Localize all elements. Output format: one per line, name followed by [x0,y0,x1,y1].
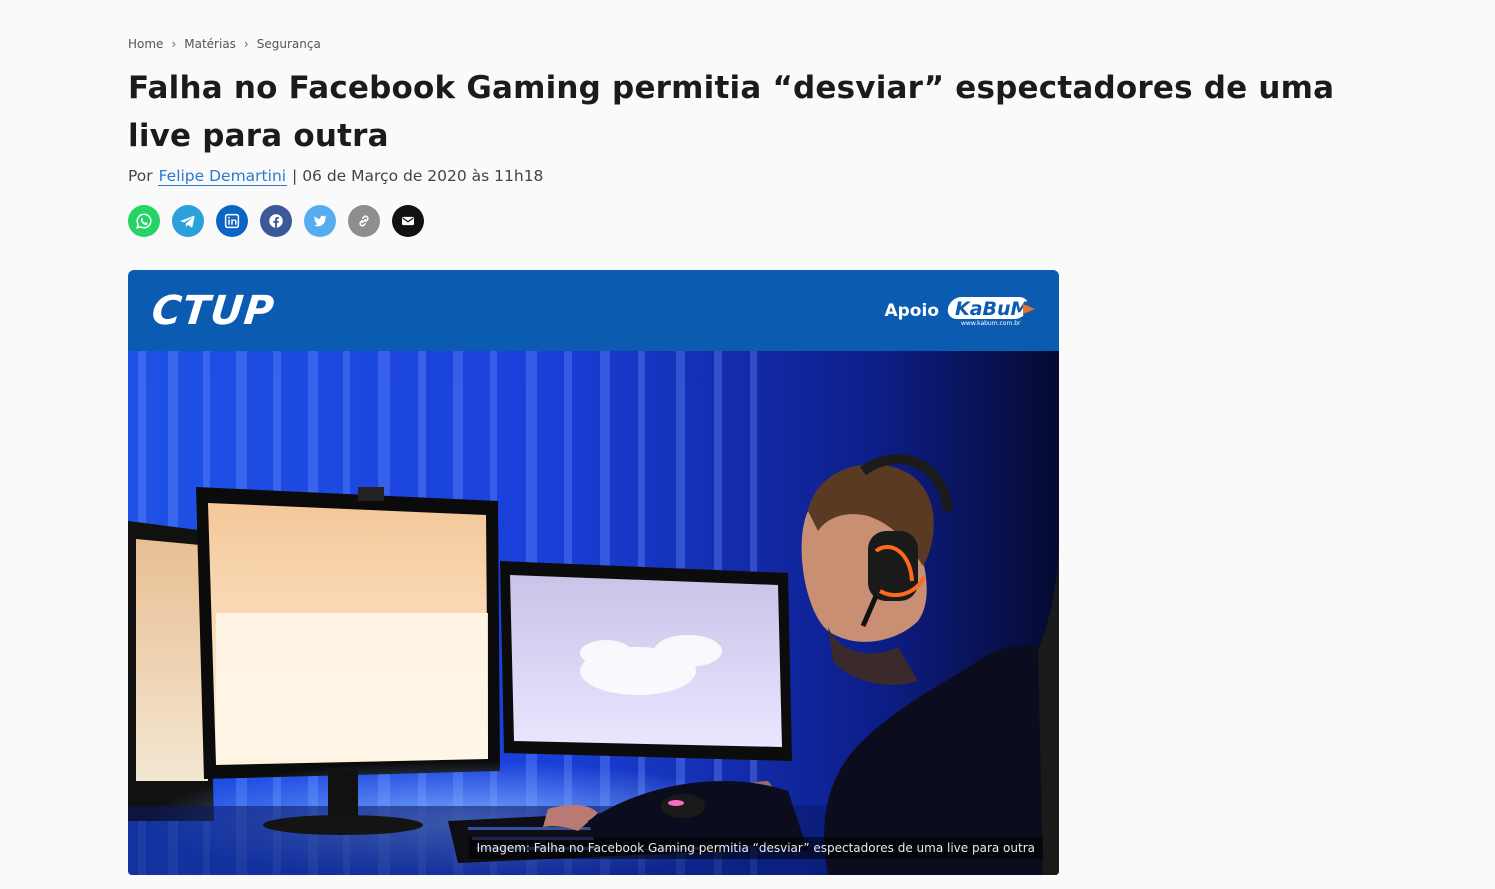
publish-date: 06 de Março de 2020 às 11h18 [302,167,544,185]
share-twitter-button[interactable] [304,205,336,237]
email-icon [402,216,414,226]
share-facebook-button[interactable] [260,205,292,237]
sponsor-label: Apoio [884,301,939,321]
page: Home › Matérias › Segurança Falha no Fac… [0,0,1495,889]
share-buttons [128,205,424,237]
share-linkedin-button[interactable] [216,205,248,237]
breadcrumb-separator: › [243,37,249,51]
kabum-logo: KaBuM! www.kabum.com.br [945,294,1038,332]
telegram-icon [180,215,195,228]
breadcrumb-seguranca[interactable]: Segurança [257,37,321,51]
share-whatsapp-button[interactable] [128,205,160,237]
facebook-icon [269,214,283,228]
share-email-button[interactable] [392,205,424,237]
copy-link-button[interactable] [348,205,380,237]
article-byline: Por Felipe Demartini | 06 de Março de 20… [128,167,544,186]
author-link[interactable]: Felipe Demartini [157,167,288,186]
breadcrumb-materias[interactable]: Matérias [184,37,236,51]
kabum-url-text: www.kabum.com.br [961,320,1021,327]
breadcrumb: Home › Matérias › Segurança [128,37,321,51]
ctup-logo: CTUP [149,288,277,334]
twitter-icon [313,215,327,227]
link-icon [359,215,369,227]
breadcrumb-separator: › [171,37,177,51]
share-telegram-button[interactable] [172,205,204,237]
whatsapp-icon [136,213,152,229]
sponsor-banner[interactable]: CTUP Apoio KaBuM! www.kabum.com.br [128,270,1059,351]
hero-image: Imagem: Falha no Facebook Gaming permiti… [128,351,1059,875]
byline-divider: | [292,167,298,185]
linkedin-icon [224,213,240,229]
image-caption: Imagem: Falha no Facebook Gaming permiti… [468,837,1043,859]
breadcrumb-home[interactable]: Home [128,37,163,51]
article-title: Falha no Facebook Gaming permitia “desvi… [128,70,1335,154]
byline-prefix: Por [128,167,153,185]
